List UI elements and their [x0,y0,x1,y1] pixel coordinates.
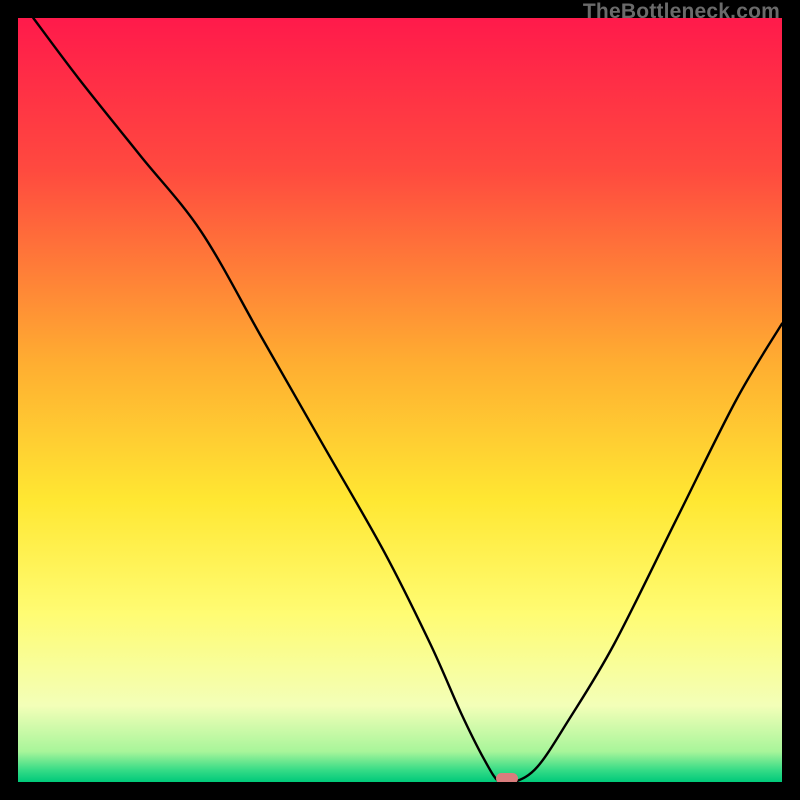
plot-area [18,18,782,782]
optimal-marker [496,773,518,782]
chart-frame: TheBottleneck.com [0,0,800,800]
bottleneck-curve [18,18,782,782]
